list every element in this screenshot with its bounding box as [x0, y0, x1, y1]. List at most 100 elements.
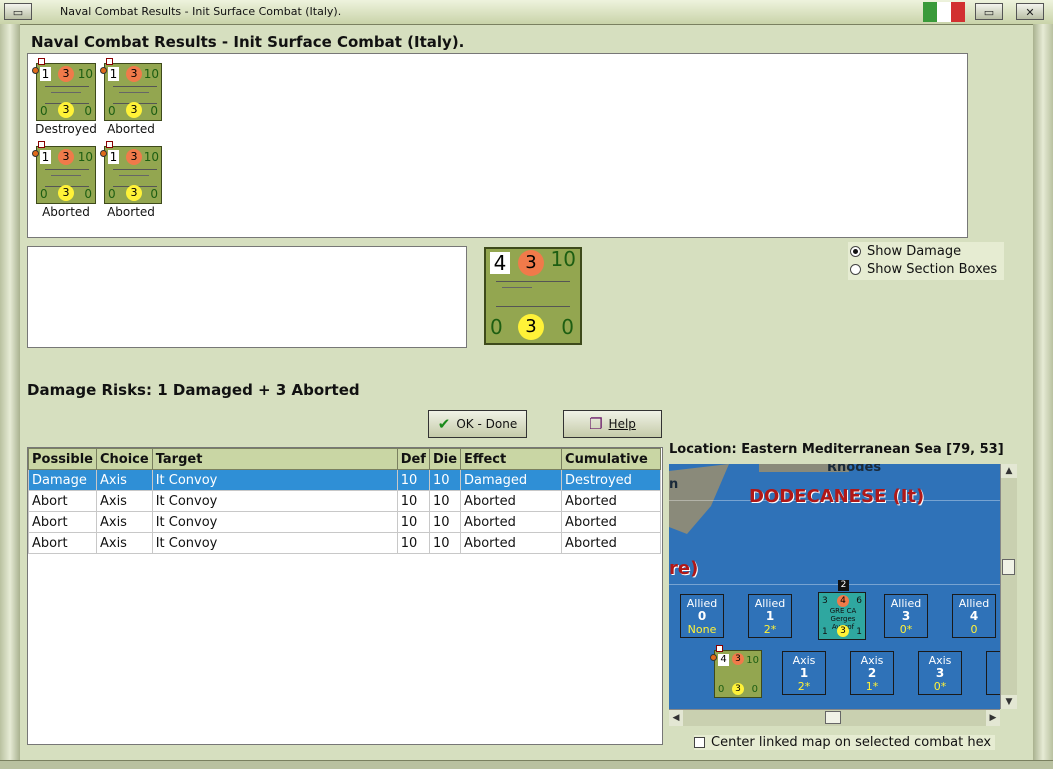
column-header[interactable]: Target	[151, 448, 398, 470]
orange-marker-icon	[100, 67, 107, 74]
location-label: Location: Eastern Mediterranean Sea [79,…	[669, 442, 1004, 457]
window-frame-left	[0, 24, 20, 769]
show-section-boxes-option[interactable]: Show Section Boxes	[850, 262, 997, 277]
section-number: 1	[799, 666, 809, 680]
hex-grid-line	[669, 584, 1000, 585]
column-header[interactable]: Def	[396, 448, 430, 470]
unit-counter[interactable]: 1 3 10 0 3 0	[32, 58, 96, 121]
axis-section-box[interactable]: Axis 2 1*	[850, 651, 894, 695]
unit-right-value: 0	[561, 315, 574, 339]
cell-die: 10	[428, 469, 462, 491]
unit-orange-value: 3	[126, 66, 142, 82]
minimize-button[interactable]: ▭	[4, 3, 32, 20]
cell-die: 10	[428, 490, 462, 512]
unit-status-label: Destroyed	[35, 122, 97, 136]
map-vertical-scrollbar[interactable]: ▲ ▼	[1000, 464, 1017, 709]
cell-def: 10	[396, 490, 430, 512]
unit-status-label: Aborted	[107, 205, 155, 219]
unit-counter[interactable]: 1 3 10 0 3 0	[100, 58, 162, 121]
cell-choice: Axis	[95, 469, 153, 491]
unit-orange-value: 3	[58, 149, 74, 165]
cell-possible: Abort	[28, 532, 97, 554]
cell-choice: Axis	[95, 532, 153, 554]
unit-yellow-value: 3	[126, 102, 142, 118]
section-value: 2*	[797, 680, 811, 693]
show-damage-label: Show Damage	[867, 244, 962, 259]
scroll-right-arrow-icon[interactable]: ▶	[986, 710, 1000, 726]
table-row[interactable]: Damage Axis It Convoy 10 10 Damaged Dest…	[28, 469, 661, 491]
map-label-partial-region: re)	[669, 558, 699, 579]
orange-marker-icon	[32, 67, 39, 74]
window-frame-bottom	[0, 760, 1053, 769]
table-row[interactable]: Abort Axis It Convoy 10 10 Aborted Abort…	[28, 532, 661, 554]
cell-possible: Damage	[28, 469, 97, 491]
unit-left-value: 0	[40, 187, 48, 201]
scroll-down-arrow-icon[interactable]: ▼	[1001, 695, 1017, 709]
unit-defense: 6	[856, 596, 862, 606]
selected-unit-counter[interactable]: 4 3 10 0 3 0	[484, 247, 582, 345]
axis-section-box[interactable]: Axis 3 0*	[918, 651, 962, 695]
linked-map[interactable]: Rhodes n DODECANESE (It) re) Allied 0 No…	[669, 464, 1000, 709]
cell-target: It Convoy	[151, 469, 398, 491]
maximize-button[interactable]: ▭	[975, 3, 1003, 20]
unit-left-value: 1	[822, 627, 828, 637]
column-header[interactable]: Cumulative	[561, 448, 661, 470]
cell-die: 10	[428, 511, 462, 533]
cell-effect: Aborted	[460, 490, 563, 512]
show-section-boxes-label: Show Section Boxes	[867, 262, 998, 277]
show-damage-option[interactable]: Show Damage	[850, 244, 961, 259]
show-section-boxes-radio[interactable]	[850, 264, 861, 275]
unit-right-value: 0	[751, 684, 758, 695]
center-linked-map-option[interactable]: Center linked map on selected combat hex	[694, 735, 996, 750]
unit-attack: 1	[108, 150, 119, 164]
stack-count-badge: 2	[838, 580, 849, 591]
scroll-up-arrow-icon[interactable]: ▲	[1001, 464, 1017, 478]
column-header[interactable]: Effect	[460, 448, 563, 470]
cell-effect: Damaged	[460, 469, 563, 491]
cell-possible: Abort	[28, 490, 97, 512]
allied-section-box[interactable]: Allied 1 2*	[748, 594, 792, 638]
allied-section-box[interactable]: Allied 3 0*	[884, 594, 928, 638]
axis-section-box-partial[interactable]	[986, 651, 1000, 695]
damage-marker-icon	[106, 58, 113, 65]
section-value: 0*	[933, 680, 947, 693]
section-value: 2*	[763, 623, 777, 636]
scroll-thumb[interactable]	[1002, 559, 1015, 575]
cell-target: It Convoy	[151, 490, 398, 512]
unit-status-label: Aborted	[42, 205, 90, 219]
close-button[interactable]: ✕	[1016, 3, 1044, 20]
scroll-thumb[interactable]	[825, 711, 841, 724]
window-frame-right	[1033, 24, 1053, 769]
center-linked-map-checkbox[interactable]	[694, 737, 705, 748]
section-number: 1	[765, 609, 775, 623]
unit-orange-value: 3	[518, 250, 544, 276]
orange-marker-icon	[100, 150, 107, 157]
map-horizontal-scrollbar[interactable]: ◀ ▶	[669, 709, 1000, 726]
scroll-left-arrow-icon[interactable]: ◀	[669, 710, 683, 726]
unit-counter[interactable]: 1 3 10 0 3 0	[32, 141, 96, 204]
axis-unit-counter[interactable]: 4 3 10 0 3 0	[710, 645, 762, 698]
cell-cumulative: Aborted	[561, 532, 661, 554]
checkmark-icon: ✔	[437, 415, 451, 433]
damage-marker-icon	[38, 141, 45, 148]
column-header[interactable]: Die	[428, 448, 462, 470]
allied-unit-counter[interactable]: 2 3 4 6 GRE CA Gerges Averof 1 3 1	[818, 580, 866, 640]
combat-results-table: Possible Choice Target Def Die Effect Cu…	[27, 447, 663, 745]
unit-status-label: Aborted	[107, 122, 155, 136]
map-label-partial: n	[669, 477, 679, 492]
unit-counter[interactable]: 1 3 10 0 3 0	[100, 141, 162, 204]
allied-section-box[interactable]: Allied 0 None	[680, 594, 724, 638]
allied-section-box[interactable]: Allied 4 0	[952, 594, 996, 638]
cell-choice: Axis	[95, 490, 153, 512]
help-button[interactable]: ❐ Help	[563, 410, 662, 438]
ok-done-button[interactable]: ✔ OK - Done	[428, 410, 527, 438]
axis-section-box[interactable]: Axis 1 2*	[782, 651, 826, 695]
column-header[interactable]: Choice	[95, 448, 153, 470]
table-row[interactable]: Abort Axis It Convoy 10 10 Aborted Abort…	[28, 511, 661, 533]
table-row[interactable]: Abort Axis It Convoy 10 10 Aborted Abort…	[28, 490, 661, 512]
title-bar: ▭ Naval Combat Results - Init Surface Co…	[0, 0, 1053, 25]
section-value: 0*	[899, 623, 913, 636]
column-header[interactable]: Possible	[28, 448, 97, 470]
unit-defense: 10	[77, 150, 93, 164]
show-damage-radio[interactable]	[850, 246, 861, 257]
